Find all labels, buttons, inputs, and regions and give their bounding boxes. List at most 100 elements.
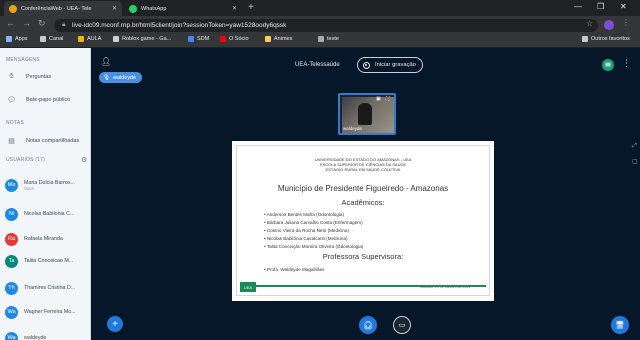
bookmark-apps[interactable]: Apps [6,36,28,42]
messages-heading: MENSAGENS [6,57,40,63]
menu-icon[interactable]: ⋮ [622,18,630,27]
connection-status-icon[interactable]: ▮▮ [602,59,614,71]
tab-label: ConferênciaWeb - UEA- Tele [21,5,92,12]
options-menu-icon[interactable]: ⋮ [622,58,631,69]
new-tab-icon[interactable]: + [248,2,254,13]
user-icon[interactable]: 👤︎ [101,57,111,66]
back-icon[interactable]: ← [6,18,15,28]
fit-to-width-icon[interactable]: ⤢ [632,143,637,150]
slide-academic-item: Bárbara Juliana Carvalho Costa (Enfermag… [264,220,363,225]
sidebar-item-notas[interactable]: ▤ Notas compartilhadas [7,137,79,145]
camera-icon: ▭ [398,322,406,329]
slide-supervisor-item: Profa. Waldeyde Magalhães [264,267,325,272]
actions-plus-button[interactable]: + [107,316,123,332]
sdm-icon [188,36,194,42]
bookmark-roblox[interactable]: Roblox game - Ga... [113,36,171,42]
avatar: Wa [5,331,18,340]
presentation-slide: UNIVERSIDADE DO ESTADO DO AMAZONAS - UEA… [232,141,494,301]
bookmark-star-icon[interactable]: ☆ [586,19,593,28]
user-list-item[interactable]: Ra Rafaela Miranda [5,231,89,247]
slide-supervisor-heading: Professora Supervisora: [322,252,404,261]
animes-icon [265,36,271,42]
bookmark-teste[interactable]: teste [318,36,339,42]
user-list-item[interactable]: Th Thamires Cristina D... [5,280,89,296]
webcam-video[interactable]: ▣ ⛶ waldeyde [338,93,396,135]
fullscreen-icon[interactable]: ⛶ [386,96,390,102]
folder-icon [582,36,588,42]
chat-icon: 💬︎ [7,97,16,104]
user-list-item[interactable]: Wa Wagner Ferreira Mo... [5,304,89,320]
avatar: Ma [5,178,18,192]
sidebar-item-perguntas[interactable]: ✋︎ Perguntas [7,73,52,81]
headphones-icon: 🎧︎ [362,320,374,330]
avatar: Th [5,281,18,295]
browser-tab-whatsapp[interactable]: WhatsApp ✕ [124,1,242,16]
browser-tab-conferenciaweb[interactable]: ConferênciaWeb - UEA- Tele ✕ [4,1,122,16]
bookmark-sdm[interactable]: SDM [188,36,209,42]
tab-label: WhatsApp [141,5,167,12]
monitor-icon: 🖥︎ [615,322,625,329]
meeting-title: UEA-Telessaúde [295,62,340,68]
minimize-icon[interactable]: — [574,2,582,11]
record-button[interactable]: Iniciar gravação [357,57,423,73]
user-name: waldeyde [24,335,47,340]
user-name: Rafaela Miranda [24,236,63,242]
screen-share-button[interactable]: 🖥︎ [611,316,629,334]
slide-academic-item: Cosmo Vieira da Rocha Neto (Medicina) [264,228,349,233]
lock-icon: 🔒︎ [62,21,66,28]
minimize-presentation-icon[interactable]: ▢ [632,158,638,165]
record-icon [363,61,370,69]
user-name: Nicolas Babilonia C... [24,211,75,217]
folder-icon [78,36,84,42]
avatar: Wa [5,305,18,319]
close-tab-icon[interactable]: ✕ [232,5,237,12]
slide-academic-item: Talita Conceição Moreira Oliveira (Odont… [264,244,364,249]
page-icon [318,36,324,42]
webcam-user-label: waldeyde [343,126,363,131]
pin-icon[interactable]: ▣ [376,96,381,102]
users-heading: USUÁRIOS (17) [6,157,45,163]
notes-heading: NOTAS [6,120,24,126]
user-name: Wagner Ferreira Mo... [24,309,76,315]
reload-icon[interactable]: ↻ [38,18,46,29]
settings-gear-icon[interactable]: ⚙ [81,156,87,164]
video-button[interactable]: ▭ [393,316,411,334]
user-name: Thamires Cristina D... [24,285,76,291]
user-list-item[interactable]: Ta Talita Conceicao M... [5,253,89,269]
talking-user-chip[interactable]: 🎙︎ waldeyde [99,72,143,83]
profile-avatar-icon[interactable] [604,20,614,30]
bookmark-canal[interactable]: Canal [40,36,63,42]
sidebar-item-bate-papo[interactable]: 💬︎ Bate-papo público [7,96,70,104]
bookmark-aula[interactable]: AULA [78,36,101,42]
hand-icon: ✋︎ [9,73,14,80]
slide-institution-line-3: ESTÁGIO RURAL EM SAÚDE COLETIVA [325,167,401,172]
user-name: Talita Conceicao M... [24,258,74,264]
user-sub: Voce [24,185,35,191]
avatar: Ni [5,207,18,221]
slide-academic-item: Anderson Bentes Mafra (Odontologia) [264,212,344,217]
bookmark-animes[interactable]: Animes [265,36,292,42]
whatsapp-favicon-icon [129,4,137,13]
user-list-item[interactable]: Wa waldeyde [5,330,89,340]
notes-icon: ▤ [8,138,15,145]
webcam-person-silhouette [358,103,372,125]
other-bookmarks[interactable]: Outros favoritos [582,36,630,42]
url-text: live-idc09.mconf.rnp.br/html5client/join… [72,21,287,29]
maximize-icon[interactable]: ❐ [597,2,604,11]
close-window-icon[interactable]: ✕ [620,2,627,11]
close-tab-icon[interactable]: ✕ [112,5,117,12]
forward-icon[interactable]: → [22,18,31,28]
bookmark-o-socio[interactable]: O Sócio [220,36,249,42]
user-list-item[interactable]: Ma Maria Dulcia Barros... Voce [5,177,89,193]
audio-button[interactable]: 🎧︎ [359,316,377,334]
microphone-icon: 🎙︎ [103,74,110,81]
sidebar [0,48,91,340]
slide-academics-heading: Acadêmicos: [341,198,385,207]
slide-academic-item: Nicolas Babilônia Cavalcanti (Medicina) [264,236,348,241]
roblox-icon [113,36,119,42]
tab-favicon-icon [9,4,17,13]
uea-logo: UEA [240,282,256,292]
user-list-item[interactable]: Ni Nicolas Babilonia C... [5,206,89,222]
slide-footer-stripe [256,285,486,287]
apps-grid-icon [6,36,12,42]
